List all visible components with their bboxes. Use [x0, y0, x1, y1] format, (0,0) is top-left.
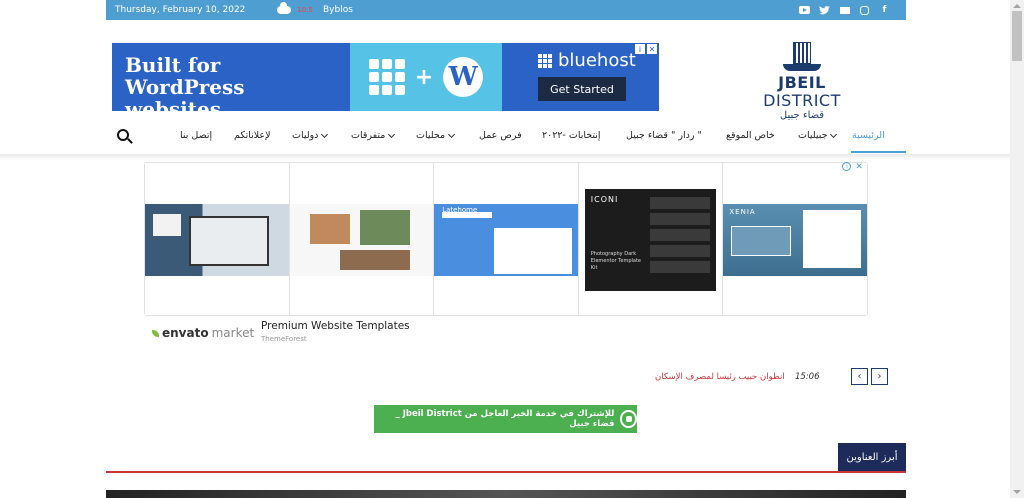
ship-logo-icon — [779, 40, 825, 74]
search-icon[interactable] — [117, 129, 129, 141]
ad-controls: i ✕ — [635, 44, 657, 54]
bluehost-banner-ad[interactable]: Built for WordPress websites. + W blueho… — [112, 43, 659, 120]
page: Thursday, February 10, 2022 10.5 Byblos … — [0, 0, 1024, 498]
whatsapp-subscribe-button[interactable]: للإشتراك في خدمة الخبر العاجل من Jbeil D… — [374, 405, 637, 433]
current-date: Thursday, February 10, 2022 — [115, 5, 246, 15]
instagram-icon[interactable] — [859, 5, 870, 15]
logo-text: JBEIL DISTRICT — [763, 73, 841, 110]
page-scrollbar[interactable] — [1010, 0, 1024, 498]
envato-bold-text: envato — [162, 326, 209, 340]
chevron-down-icon — [388, 130, 396, 138]
nav-item-contact[interactable]: إتصل بنا — [180, 130, 212, 141]
bluehost-grid-icon — [538, 53, 552, 68]
iconi-subtitle: Photography Dark Elementor Template Kit — [590, 251, 642, 271]
ticker-next-button[interactable]: › — [871, 368, 888, 385]
latehome-label: Latehome — [442, 206, 478, 214]
ad-brand-panel: bluehost Get Started i ✕ — [502, 43, 659, 111]
social-links: f — [799, 5, 890, 15]
nav-item-radar[interactable]: ردار " قضاء جبيل " — [626, 130, 702, 141]
ad-close-icon[interactable]: ✕ — [647, 44, 657, 54]
nav-item-elections[interactable]: إنتخابات -٢٠٢٢ — [542, 130, 601, 141]
temperature: 10.5 — [297, 6, 313, 14]
headlines-section-title: أبرز العناوين — [838, 443, 906, 471]
iconi-title: ICONI — [590, 195, 619, 204]
ad-info-icon[interactable]: i — [842, 162, 852, 171]
top-bar: Thursday, February 10, 2022 10.5 Byblos … — [106, 0, 906, 20]
bluehost-logo: bluehost — [538, 50, 636, 71]
scroll-up-icon[interactable] — [1013, 4, 1021, 8]
headlines-divider — [106, 471, 906, 473]
ad-subtitle: ThemeForest — [261, 335, 307, 343]
scroll-thumb[interactable] — [1012, 11, 1022, 61]
content-image-strip — [106, 490, 906, 498]
themeforest-ad[interactable]: Latehome ICONI Photography Dark Elementor… — [144, 162, 868, 316]
ad-thumbnail-2[interactable] — [289, 163, 435, 315]
envato-leaf-icon — [152, 329, 159, 337]
envato-light-text: market — [211, 326, 255, 340]
main-navigation: الرئيسية جبيليات خاص الموقع ردار " قضاء … — [106, 122, 906, 154]
plus-icon: + — [414, 64, 434, 90]
envato-market-logo[interactable]: envato market — [152, 326, 254, 340]
ad-close-icon[interactable]: ✕ — [855, 162, 863, 172]
nav-item-exclusive[interactable]: خاص الموقع — [726, 130, 775, 141]
nav-item-jobs[interactable]: فرص عمل — [479, 130, 522, 141]
mail-icon[interactable] — [839, 5, 850, 15]
ad-info-icon[interactable]: i — [635, 44, 645, 54]
youtube-icon[interactable] — [799, 5, 810, 15]
ad-thumbnail-3[interactable]: Latehome — [434, 163, 579, 315]
ad-thumbnail-5[interactable]: XENIA i ✕ — [723, 162, 867, 315]
nav-item-international[interactable]: دوليات — [292, 130, 329, 141]
whatsapp-icon — [620, 410, 637, 428]
site-logo[interactable]: JBEIL DISTRICT قضاء جبيل — [740, 40, 864, 121]
ad-headline: Built for WordPress websites. — [112, 43, 350, 120]
scroll-down-icon[interactable] — [1013, 490, 1021, 494]
active-nav-indicator — [851, 151, 906, 153]
nav-item-misc[interactable]: متفرقات — [351, 130, 396, 141]
nav-divider — [0, 154, 1010, 160]
ad-headline-line2: WordPress websites. — [125, 75, 245, 121]
weather-widget: 10.5 Byblos — [277, 2, 353, 15]
whatsapp-cta-label: للإشتراك في خدمة الخبر العاجل من Jbeil D… — [395, 409, 615, 429]
ad-thumbnail-4[interactable]: ICONI Photography Dark Elementor Template… — [578, 163, 724, 315]
wordpress-icon: W — [443, 57, 484, 97]
xenia-title: XENIA — [729, 208, 756, 216]
nav-item-jbeiliyat[interactable]: جبيليات — [798, 130, 838, 141]
facebook-icon[interactable]: f — [879, 5, 890, 15]
get-started-button[interactable]: Get Started — [538, 77, 626, 101]
ad-title[interactable]: Premium Website Templates — [261, 320, 410, 332]
ad-thumbnail-1[interactable] — [145, 163, 290, 315]
ticker-headline[interactable]: انطوان حبيب رئيسا لمصرف الإسكان — [655, 372, 785, 382]
blocks-icon — [368, 59, 405, 95]
ad-choices: i ✕ — [842, 162, 863, 172]
chevron-down-icon — [830, 130, 838, 138]
chevron-down-icon — [448, 130, 456, 138]
ad-graphic: + W — [350, 43, 502, 111]
chevron-down-icon — [321, 130, 329, 138]
nav-item-local[interactable]: محليات — [416, 130, 456, 141]
logo-arabic-text: قضاء جبيل — [779, 110, 825, 121]
ticker-time: 15:06 — [795, 372, 820, 382]
ticker-prev-button[interactable]: ‹ — [851, 368, 868, 385]
ad-headline-line1: Built for — [125, 53, 221, 77]
city-name: Byblos — [322, 5, 353, 15]
cloud-icon — [277, 2, 292, 14]
twitter-icon[interactable] — [819, 5, 830, 15]
nav-item-ads[interactable]: لإعلاناتكم — [234, 130, 271, 141]
nav-item-home[interactable]: الرئيسية — [852, 130, 885, 141]
ad-brand-name: bluehost — [558, 50, 636, 71]
